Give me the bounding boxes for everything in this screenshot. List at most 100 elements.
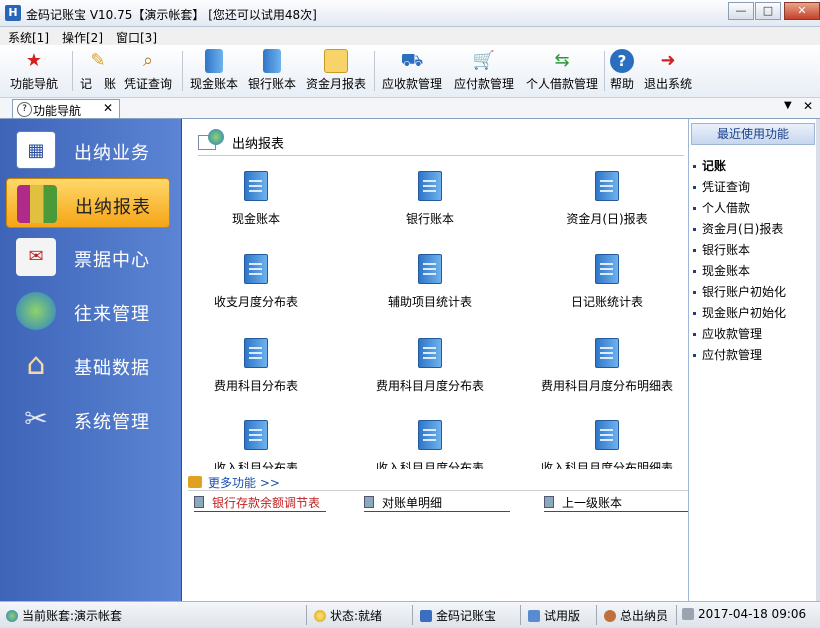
toolbar-separator [182, 51, 183, 91]
report-cash-ledger[interactable]: 现金账本 [186, 171, 326, 241]
toolbar: ★ 功能导航 ✎ 记 账 ⌕ 凭证查询 现金账本 银行账本 资金月报表 ⛟ 应收… [0, 45, 820, 98]
status-app-name: 金码记账宝 [420, 607, 496, 624]
status-datetime: 2017-04-18 09:06 [682, 607, 806, 621]
help-icon: ? [17, 102, 32, 117]
status-bar: 当前账套:演示帐套 状态:就绪 金码记账宝 试用版 总出纳员 2017-04-1… [0, 601, 820, 628]
main-panel: 出纳报表 现金账本 银行账本 资金月(日)报表 收支月度分布表 辅助项目统计表 … [182, 119, 702, 601]
status-light-icon [314, 610, 326, 622]
exit-door-icon: ➜ [660, 50, 676, 71]
nav-contacts-management[interactable]: 往来管理 [6, 286, 170, 336]
left-navigation: ▦ 出纳业务 出纳报表 ✉ 票据中心 往来管理 ⌂ 基础数据 ✂ 系统管理 [0, 119, 182, 601]
toolbar-monthly-report-button[interactable]: 资金月报表 [306, 49, 366, 92]
report-bank-ledger[interactable]: 银行账本 [360, 171, 500, 241]
help-icon: ? [610, 49, 634, 73]
recent-functions-title: 最近使用功能 [691, 123, 815, 145]
menu-window[interactable]: 窗口[3] [116, 29, 157, 46]
nav-basic-data[interactable]: ⌂ 基础数据 [6, 340, 170, 390]
toolbar-nav-button[interactable]: ★ 功能导航 [10, 49, 58, 92]
house-icon: ⌂ [26, 347, 46, 382]
right-edge-scrollbar[interactable] [816, 119, 820, 601]
more-functions-link[interactable]: 更多功能 >> [208, 474, 280, 491]
report-income-subject[interactable]: 收入科目分布表 [186, 420, 326, 469]
toolbar-voucher-query-button[interactable]: ⌕ 凭证查询 [124, 49, 172, 92]
close-window-button[interactable]: ✕ [784, 2, 820, 20]
menu-operation[interactable]: 操作[2] [62, 29, 103, 46]
tab-close-icon[interactable]: ✕ [103, 101, 113, 115]
nav-cashier-business[interactable]: ▦ 出纳业务 [6, 125, 170, 175]
tab-strip: ? 功能导航 ✕ ▼ ✕ [0, 98, 820, 119]
menu-bar: 系统[1] 操作[2] 窗口[3] [0, 27, 820, 45]
header-divider [198, 155, 684, 156]
status-current-account: 当前账套:演示帐套 [6, 607, 122, 624]
report-income-expense-monthly[interactable]: 收支月度分布表 [186, 254, 326, 324]
tab-function-nav[interactable]: ? 功能导航 ✕ [12, 99, 120, 118]
link-parent-ledger[interactable]: 上一级账本 [544, 493, 690, 512]
recent-item[interactable]: 银行账本 [693, 241, 750, 258]
exchange-icon: ⇆ [554, 50, 570, 71]
status-user: 总出纳员 [604, 607, 668, 624]
report-expense-subject[interactable]: 费用科目分布表 [186, 338, 326, 408]
recent-item[interactable]: 个人借款 [693, 199, 750, 216]
recent-functions-panel: 最近使用功能 记账 凭证查询 个人借款 资金月(日)报表 银行账本 现金账本 银… [688, 119, 817, 601]
ledger-icon [595, 254, 619, 284]
nav-bill-center[interactable]: ✉ 票据中心 [6, 232, 170, 282]
status-separator [412, 605, 413, 625]
nav-cashier-reports[interactable]: 出纳报表 [6, 178, 170, 228]
recent-item[interactable]: 凭证查询 [693, 178, 750, 195]
recent-item[interactable]: 银行账户初始化 [693, 283, 786, 300]
recent-item[interactable]: 资金月(日)报表 [693, 220, 783, 237]
ledger-icon [418, 420, 442, 450]
tab-label: 功能导航 [33, 104, 82, 118]
recent-item[interactable]: 现金账本 [693, 262, 750, 279]
minimize-button[interactable]: — [728, 2, 754, 20]
ledger-icon [263, 49, 281, 73]
report-expense-subject-monthly[interactable]: 费用科目月度分布表 [360, 338, 500, 408]
calendar-icon: ▦ [16, 131, 56, 169]
toolbar-receivable-button[interactable]: ⛟ 应收款管理 [382, 49, 442, 92]
tab-list-dropdown-icon[interactable]: ▼ [784, 100, 792, 111]
report-income-subject-monthly[interactable]: 收入科目月度分布表 [360, 420, 500, 469]
truck-icon: ⛟ [400, 50, 424, 71]
envelope-icon: ✉ [16, 238, 56, 276]
recent-item[interactable]: 现金账户初始化 [693, 304, 786, 321]
report-income-subject-monthly-detail[interactable]: 收入科目月度分布明细表 [537, 420, 677, 469]
toolbar-separator [72, 51, 73, 91]
document-icon [194, 496, 204, 508]
status-edition: 试用版 [528, 607, 580, 624]
window-icon [528, 610, 540, 622]
toolbar-personal-loan-button[interactable]: ⇆ 个人借款管理 [526, 49, 598, 92]
more-functions-icon [188, 476, 202, 488]
status-separator [520, 605, 521, 625]
report-auxiliary-stats[interactable]: 辅助项目统计表 [360, 254, 500, 324]
ledger-icon [205, 49, 223, 73]
nav-label: 出纳业务 [74, 143, 150, 164]
ledger-icon [418, 254, 442, 284]
menu-system[interactable]: 系统[1] [8, 29, 49, 46]
ledger-icon [244, 338, 268, 368]
toolbar-cash-ledger-button[interactable]: 现金账本 [190, 49, 238, 92]
report-journal-stats[interactable]: 日记账统计表 [537, 254, 677, 324]
toolbar-help-button[interactable]: ? 帮助 [610, 49, 634, 92]
star-icon: ★ [25, 50, 43, 71]
window-title: 金码记账宝 V10.75【演示帐套】 [您还可以试用48次] [26, 8, 317, 22]
nav-system-management[interactable]: ✂ 系统管理 [6, 394, 170, 444]
toolbar-exit-button[interactable]: ➜ 退出系统 [644, 49, 692, 92]
maximize-button[interactable]: □ [755, 2, 781, 20]
link-statement-detail[interactable]: 对账单明细 [364, 493, 510, 512]
recent-item[interactable]: 应付款管理 [693, 346, 762, 363]
status-state: 状态:就绪 [314, 607, 382, 624]
recent-item[interactable]: 记账 [693, 157, 726, 174]
toolbar-bank-ledger-button[interactable]: 银行账本 [248, 49, 296, 92]
report-expense-subject-monthly-detail[interactable]: 费用科目月度分布明细表 [537, 338, 677, 408]
ledger-icon [244, 254, 268, 284]
app-icon: H [5, 5, 21, 21]
toolbar-payable-button[interactable]: 🛒 应付款管理 [454, 49, 514, 92]
report-fund-monthly[interactable]: 资金月(日)报表 [537, 171, 677, 241]
cart-icon: 🛒 [472, 50, 496, 71]
nav-label: 往来管理 [74, 304, 150, 325]
recent-item[interactable]: 应收款管理 [693, 325, 762, 342]
link-bank-reconciliation[interactable]: 银行存款余额调节表 [194, 493, 326, 512]
status-separator [306, 605, 307, 625]
toolbar-record-button[interactable]: ✎ 记 账 [80, 49, 116, 92]
close-all-tabs-icon[interactable]: ✕ [803, 99, 813, 113]
